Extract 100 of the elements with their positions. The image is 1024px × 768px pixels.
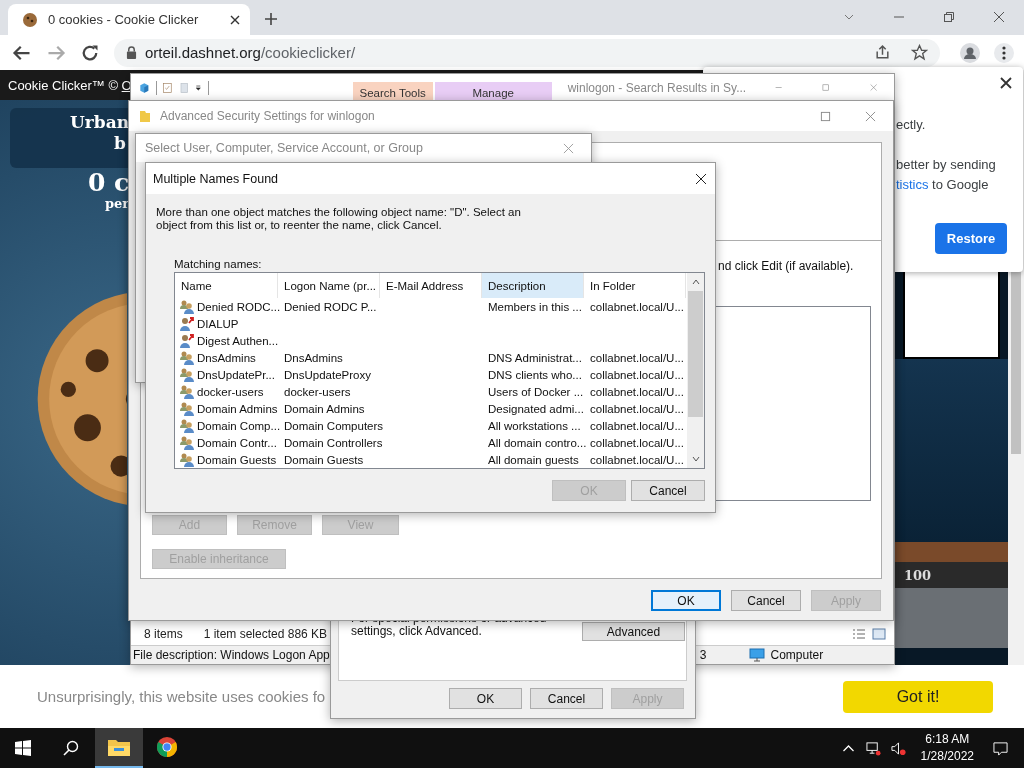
statistics-link[interactable]: tistics	[896, 177, 929, 192]
table-cell: Denied RODC P...	[284, 300, 377, 313]
dialog-title: Multiple Names Found	[153, 171, 279, 186]
table-cell[interactable]: DIALUP	[197, 317, 239, 330]
close-icon[interactable]	[695, 172, 707, 185]
table-cell: collabnet.local/U...	[590, 300, 684, 313]
restore-icon[interactable]	[943, 11, 955, 23]
table-cell: collabnet.local/U...	[590, 453, 684, 466]
scrollbar[interactable]	[687, 273, 704, 468]
users-icon	[179, 451, 195, 468]
advanced-button[interactable]: Advanced	[582, 622, 685, 641]
window-title: Advanced Security Settings for winlogon	[160, 109, 375, 123]
profile-icon[interactable]	[960, 42, 980, 63]
popup-text: ectly.	[896, 116, 927, 134]
column-header[interactable]: Description	[482, 273, 584, 298]
scroll-down-icon[interactable]	[690, 454, 701, 464]
table-cell[interactable]: DnsAdmins	[197, 351, 256, 364]
user-arrow-icon	[179, 315, 195, 332]
window-title: Select User, Computer, Service Account, or Group	[145, 141, 424, 155]
dialog-message: More than one object matches the following object name: "D". Select an object from this list or, to reenter the name, click Cancel.	[156, 206, 522, 232]
share-icon[interactable]	[874, 44, 891, 61]
table-cell: DnsAdmins	[284, 351, 343, 364]
list-label: Matching names:	[174, 258, 263, 270]
browser-tab[interactable]: 0 cookies - Cookie Clicker	[8, 4, 250, 35]
dropdown-icon[interactable]	[195, 82, 202, 93]
table-cell: collabnet.local/U...	[590, 436, 684, 449]
restore-button[interactable]: Restore	[935, 223, 1007, 254]
network-icon[interactable]	[865, 740, 881, 756]
star-icon[interactable]	[911, 44, 928, 61]
table-cell[interactable]: Domain Admins	[197, 402, 278, 415]
table-cell[interactable]: Domain Guests	[197, 453, 277, 466]
table-cell: collabnet.local/U...	[590, 351, 684, 364]
table-cell: docker-users	[284, 385, 351, 398]
table-cell: Domain Admins	[284, 402, 365, 415]
dialog-button[interactable]: Cancel	[631, 480, 705, 501]
item-count: 8 items	[144, 627, 183, 641]
got-it-button[interactable]: Got it!	[843, 680, 993, 713]
users-icon	[179, 383, 195, 400]
dialog-button[interactable]: OK	[449, 688, 522, 709]
column-header[interactable]: Logon Name (pr...	[278, 273, 380, 298]
status-text: 3	[699, 648, 707, 662]
price-label: 100	[904, 567, 932, 583]
windows-start-icon[interactable]	[15, 740, 31, 756]
users-icon	[179, 298, 195, 315]
table-cell: Domain Controllers	[284, 436, 383, 449]
close-icon[interactable]	[1000, 77, 1012, 89]
table-cell: Domain Guests	[284, 453, 364, 466]
plus-icon[interactable]	[264, 12, 278, 26]
dialog-button[interactable]: Cancel	[731, 590, 801, 611]
table-cell: collabnet.local/U...	[590, 419, 684, 432]
table-cell: Users of Docker ...	[488, 385, 584, 398]
popup-text: tistics to Google	[896, 176, 990, 194]
window-title: winlogon - Search Results in Sy...	[567, 80, 747, 95]
cookie-counter: 0 c	[88, 168, 130, 197]
dialog-button[interactable]: OK	[651, 590, 721, 611]
table-cell[interactable]: Denied RODC...	[197, 300, 281, 313]
maximize-icon[interactable]	[820, 110, 831, 122]
folder-icon	[139, 108, 151, 124]
per-second-label: per	[105, 196, 130, 211]
search-icon[interactable]	[63, 740, 79, 756]
address-bar[interactable]: orteil.dashnet.org/cookieclicker/	[114, 38, 940, 67]
column-header[interactable]: Name	[175, 273, 278, 298]
browser-logo-icon	[155, 736, 179, 758]
table-cell[interactable]: docker-users	[197, 385, 264, 398]
table-cell[interactable]: DnsUpdatePr...	[197, 368, 275, 381]
cookie-icon	[22, 11, 38, 28]
table-cell: Domain Computers	[284, 419, 384, 432]
file-description: File description: Windows Logon App	[133, 648, 330, 662]
instruction-text: nd click Edit (if available).	[718, 259, 854, 273]
table-cell[interactable]: Domain Contr...	[197, 436, 277, 449]
scroll-thumb[interactable]	[688, 291, 703, 417]
users-icon	[179, 366, 195, 383]
table-cell: All workstations ...	[488, 419, 581, 432]
selection-info: 1 item selected 886 KB	[203, 627, 328, 641]
location-label: Computer	[770, 648, 824, 662]
users-icon	[179, 417, 195, 434]
cookie-notice-text: Unsurprisingly, this website uses cookies fo	[37, 688, 326, 705]
table-cell: collabnet.local/U...	[590, 368, 684, 381]
dialog-button[interactable]: Cancel	[530, 688, 603, 709]
menu-icon[interactable]	[994, 42, 1014, 63]
table-cell[interactable]: Domain Comp...	[197, 419, 281, 432]
monitor-icon	[749, 648, 766, 662]
table-cell: collabnet.local/U...	[590, 385, 684, 398]
table-cell: DnsUpdateProxy	[284, 368, 371, 381]
table-cell: Designated admi...	[488, 402, 584, 415]
notification-icon[interactable]	[993, 740, 1008, 756]
user-arrow-icon	[179, 332, 195, 349]
table-cell: Members in this ...	[488, 300, 582, 313]
table-cell[interactable]: Digest Authen...	[197, 334, 279, 347]
users-icon	[179, 434, 195, 451]
scroll-up-icon[interactable]	[690, 277, 701, 287]
clock[interactable]: 6:18 AM 1/28/2022	[920, 731, 974, 765]
popup-text: better by sending	[896, 156, 996, 174]
close-icon[interactable]	[230, 14, 240, 25]
column-header[interactable]: In Folder	[584, 273, 686, 298]
table-cell: DNS clients who...	[488, 368, 582, 381]
file-explorer-taskbar-button[interactable]	[95, 728, 143, 768]
muted-volume-icon[interactable]	[890, 740, 906, 756]
users-icon	[179, 400, 195, 417]
lock-icon	[126, 46, 137, 59]
